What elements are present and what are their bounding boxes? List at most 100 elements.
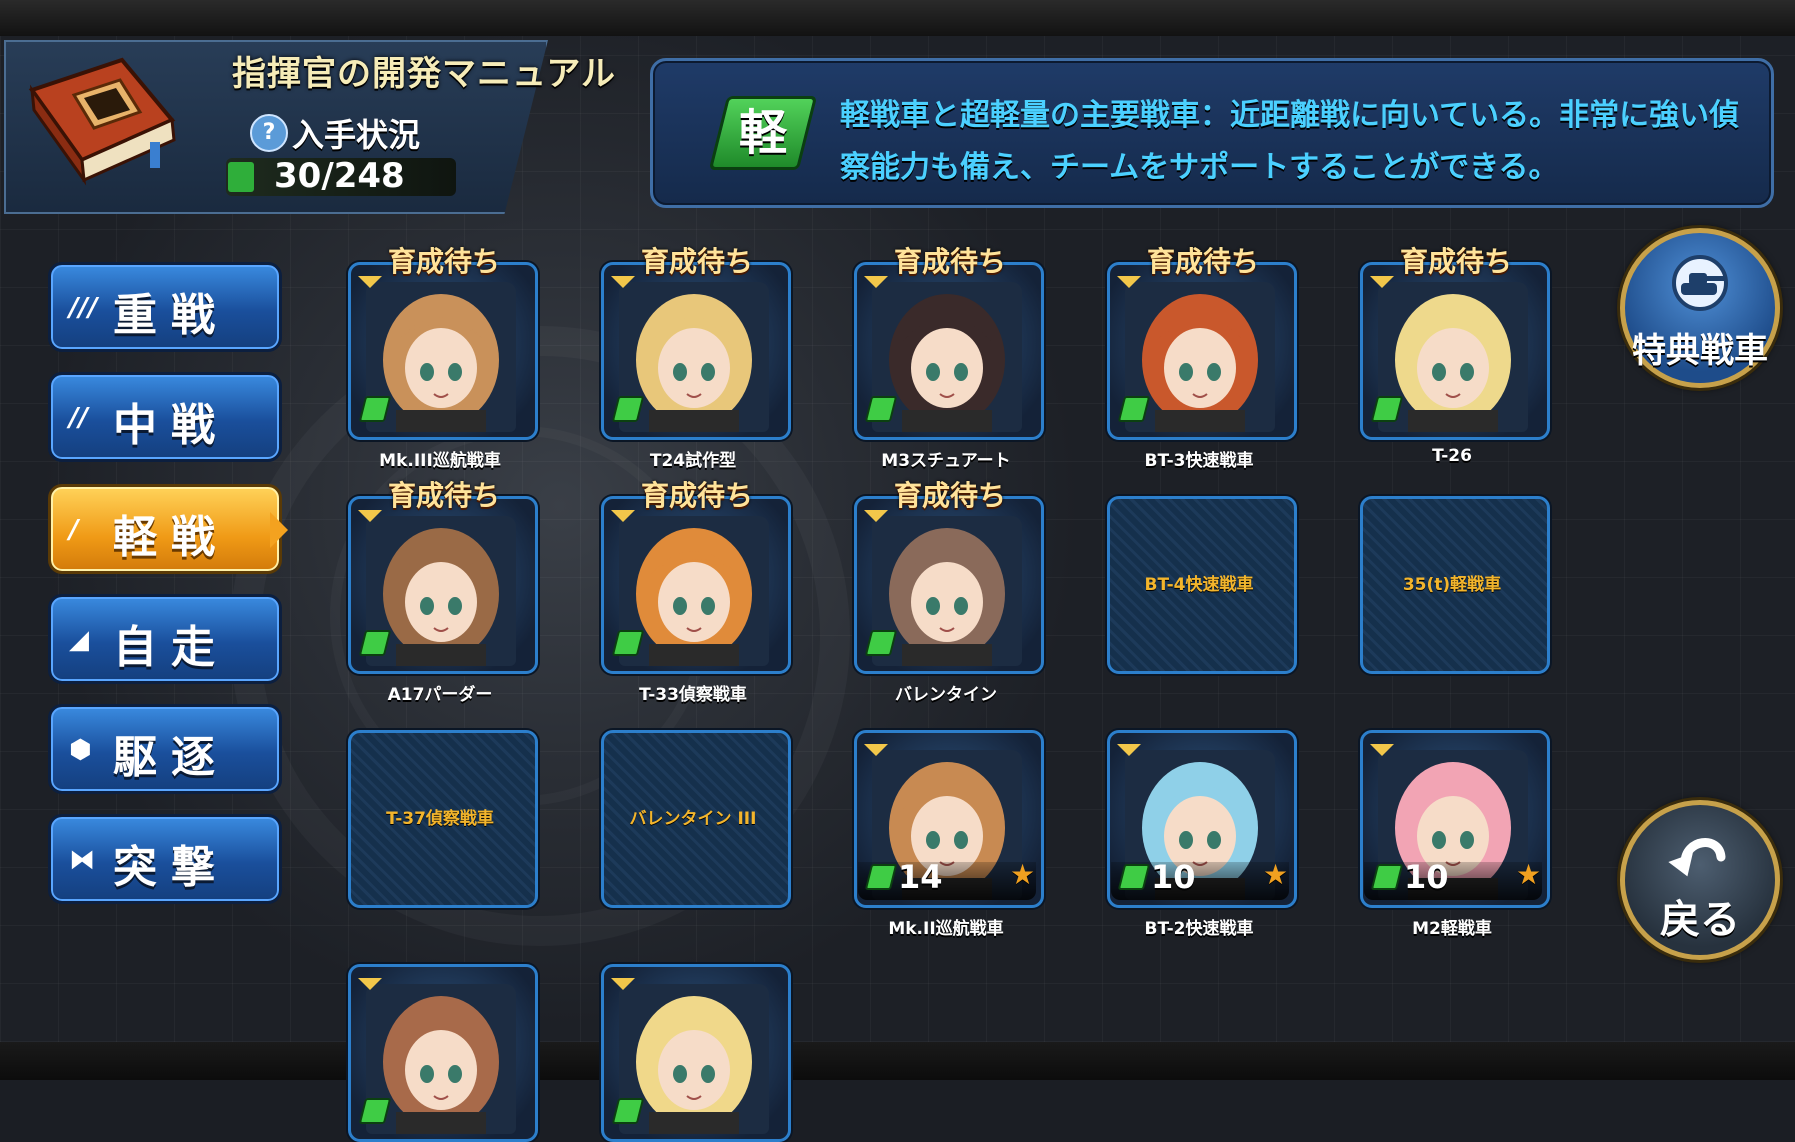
character-portrait <box>1378 282 1528 432</box>
back-label: 戻る <box>1660 897 1740 943</box>
category-assault-icon: ⧓ <box>69 845 95 875</box>
category-light-icon: / <box>69 515 79 545</box>
rank-chevron-icon <box>611 978 635 990</box>
level-number: 10 <box>1404 858 1449 896</box>
tank-name: M2軽戦車 <box>1412 919 1492 939</box>
tank-name: バレンタイン <box>895 685 997 705</box>
acquisition-status-label: 入手状況 <box>292 116 421 154</box>
rank-chevron-icon <box>864 276 888 288</box>
category-spg-icon: ◢ <box>69 625 89 655</box>
category-button-medium[interactable]: // 中戦 <box>48 372 282 462</box>
tank-card[interactable]: 10 ★ <box>1107 730 1297 908</box>
tank-card[interactable]: バレンタイン III <box>601 730 791 908</box>
tank-card[interactable]: 育成待ち <box>1107 245 1297 440</box>
rank-chevron-icon <box>1117 276 1141 288</box>
rank-chevron-icon <box>358 978 382 990</box>
manual-book-icon <box>28 57 176 186</box>
tank-name: A17パーダー <box>387 685 493 705</box>
tank-name: Mk.III巡航戦車 <box>379 451 501 471</box>
category-assault-label: 突撃 <box>113 842 229 893</box>
tank-card[interactable]: 育成待ち <box>854 245 1044 440</box>
star-icon: ★ <box>1010 858 1036 891</box>
tank-card[interactable]: 育成待ち <box>601 479 791 674</box>
tank-card[interactable]: 育成待ち <box>348 245 538 440</box>
acquisition-count: 30/248 <box>274 156 405 196</box>
star-icon: ★ <box>1263 858 1289 891</box>
training-status-label: 育成待ち <box>387 479 500 512</box>
tank-card[interactable]: 14 ★ <box>854 730 1044 908</box>
unowned-tank-name: T-37偵察戦車 <box>386 809 494 829</box>
character-portrait <box>366 984 516 1134</box>
tank-card[interactable] <box>601 964 791 1142</box>
light-tank-badge: 軽 <box>708 96 818 170</box>
category-light-label: 軽戦 <box>113 512 229 563</box>
character-portrait <box>619 984 769 1134</box>
character-portrait <box>872 516 1022 666</box>
category-heavy-icon: /// <box>69 293 98 323</box>
tank-name: BT-3快速戦車 <box>1144 451 1254 471</box>
tank-card[interactable]: BT-4快速戦車 <box>1107 496 1297 674</box>
training-status-label: 育成待ち <box>387 245 500 278</box>
rank-chevron-icon <box>611 276 635 288</box>
rank-chevron-icon <box>1370 744 1394 756</box>
character-portrait <box>366 282 516 432</box>
top-frame <box>0 0 1795 36</box>
category-destroyer-icon: ⬢ <box>69 735 92 765</box>
tank-card[interactable]: 育成待ち <box>1360 245 1550 440</box>
training-status-label: 育成待ち <box>1399 245 1512 278</box>
tank-name: T-26 <box>1432 446 1472 466</box>
star-icon: ★ <box>1516 858 1542 891</box>
category-button-light[interactable]: / 軽戦 <box>48 484 282 574</box>
training-status-label: 育成待ち <box>1146 245 1259 278</box>
tank-name: Mk.II巡航戦車 <box>888 919 1004 939</box>
unowned-tank-name: バレンタイン III <box>629 809 757 829</box>
character-portrait <box>1125 282 1275 432</box>
tank-icon <box>1672 255 1728 311</box>
light-tank-badge-label: 軽 <box>738 105 787 161</box>
active-category-pointer <box>270 512 288 548</box>
tank-card[interactable]: 育成待ち <box>601 245 791 440</box>
help-icon[interactable]: ? <box>250 114 288 152</box>
category-button-spg[interactable]: ◢ 自走 <box>48 594 282 684</box>
tank-card[interactable] <box>348 964 538 1142</box>
tank-name: T-33偵察戦車 <box>639 685 747 705</box>
training-status-label: 育成待ち <box>640 479 753 512</box>
category-button-heavy[interactable]: /// 重戦 <box>48 262 282 352</box>
rank-chevron-icon <box>1117 744 1141 756</box>
character-portrait <box>619 516 769 666</box>
tank-card[interactable]: 育成待ち <box>348 479 538 674</box>
tank-name: BT-2快速戦車 <box>1144 919 1254 939</box>
rank-chevron-icon <box>611 510 635 522</box>
category-button-destroyer[interactable]: ⬢ 駆逐 <box>48 704 282 794</box>
rank-chevron-icon <box>864 744 888 756</box>
back-arrow-icon <box>1668 838 1726 877</box>
back-button[interactable]: 戻る <box>1620 800 1780 960</box>
special-tank-label: 特典戦車 <box>1632 331 1768 371</box>
unowned-tank-name: 35(t)軽戦車 <box>1402 575 1502 595</box>
tank-name: T24試作型 <box>649 451 737 471</box>
training-status-label: 育成待ち <box>640 245 753 278</box>
rank-chevron-icon <box>1370 276 1394 288</box>
category-button-assault[interactable]: ⧓ 突撃 <box>48 814 282 904</box>
category-heavy-label: 重戦 <box>113 290 229 341</box>
character-portrait <box>872 282 1022 432</box>
tank-card[interactable]: 育成待ち <box>854 479 1044 674</box>
rank-chevron-icon <box>358 276 382 288</box>
category-spg-label: 自走 <box>113 622 229 673</box>
special-tank-button[interactable]: 特典戦車 <box>1620 228 1780 388</box>
page-title: 指揮官の開発マニュアル <box>232 54 616 94</box>
rank-chevron-icon <box>864 510 888 522</box>
character-portrait <box>619 282 769 432</box>
tank-card[interactable]: T-37偵察戦車 <box>348 730 538 908</box>
category-destroyer-label: 駆逐 <box>113 732 229 783</box>
tank-card[interactable]: 10 ★ <box>1360 730 1550 908</box>
category-medium-label: 中戦 <box>113 400 229 451</box>
unowned-tank-name: BT-4快速戦車 <box>1144 575 1254 595</box>
acquisition-count-icon <box>228 162 254 192</box>
tank-card[interactable]: 35(t)軽戦車 <box>1360 496 1550 674</box>
category-description-text: 軽戦車と超軽量の主要戦車：近距離戦に向いている。非常に強い偵察能力も備え、チーム… <box>840 98 1740 185</box>
training-status-label: 育成待ち <box>893 245 1006 278</box>
rank-chevron-icon <box>358 510 382 522</box>
category-medium-icon: // <box>69 403 88 433</box>
bottom-frame <box>0 1042 1795 1080</box>
